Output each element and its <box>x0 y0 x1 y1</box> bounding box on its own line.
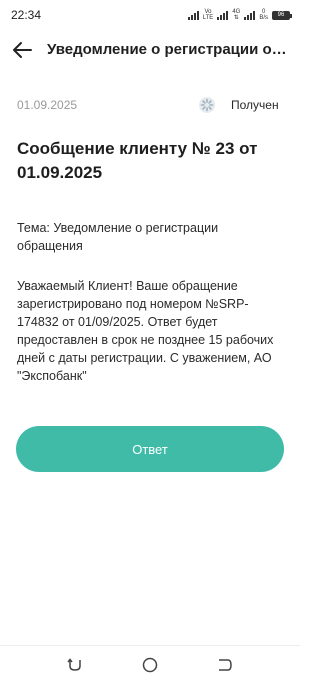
lte-label: LTE <box>202 15 214 21</box>
status-spinner-icon <box>199 97 215 113</box>
nav-home-icon[interactable] <box>141 656 159 674</box>
page-title: Уведомление о регистрации обращения <box>47 41 287 58</box>
app-bar: Уведомление о регистрации обращения <box>0 30 300 70</box>
status-bar: 22:34 Vo LTE 4G ⇅ 0 B/s 96 <box>0 0 300 30</box>
nav-recents-icon[interactable] <box>216 656 234 674</box>
answer-button[interactable]: Ответ <box>16 426 284 472</box>
status-time: 22:34 <box>11 8 42 22</box>
back-button[interactable] <box>10 39 36 61</box>
volte-indicator: Vo LTE <box>203 9 214 21</box>
system-nav-bar <box>0 645 300 684</box>
signal-2-icon <box>217 10 229 20</box>
status-icons: Vo LTE 4G ⇅ 0 B/s 96 <box>187 6 292 24</box>
message-subject: Тема: Уведомление о регистрации обращени… <box>17 221 219 253</box>
arrow-left-icon <box>13 42 32 58</box>
data-arrows-icon: ⇅ <box>233 15 239 21</box>
nav-back-icon[interactable] <box>66 656 84 674</box>
network-4g-indicator: 4G ⇅ <box>232 9 240 21</box>
message-status: Получен <box>231 98 279 112</box>
battery-icon: 96 <box>272 10 292 20</box>
message-date: 01.09.2025 <box>17 98 78 112</box>
signal-1-icon <box>187 10 199 20</box>
message-body: Уважаемый Клиент! Ваше обращение зарегис… <box>17 279 274 383</box>
signal-3-icon <box>244 10 256 20</box>
speed-unit: B/s <box>259 15 268 21</box>
message-title: Сообщение клиенту № 23 от 01.09.2025 <box>17 139 258 182</box>
network-speed: 0 B/s <box>259 9 268 21</box>
